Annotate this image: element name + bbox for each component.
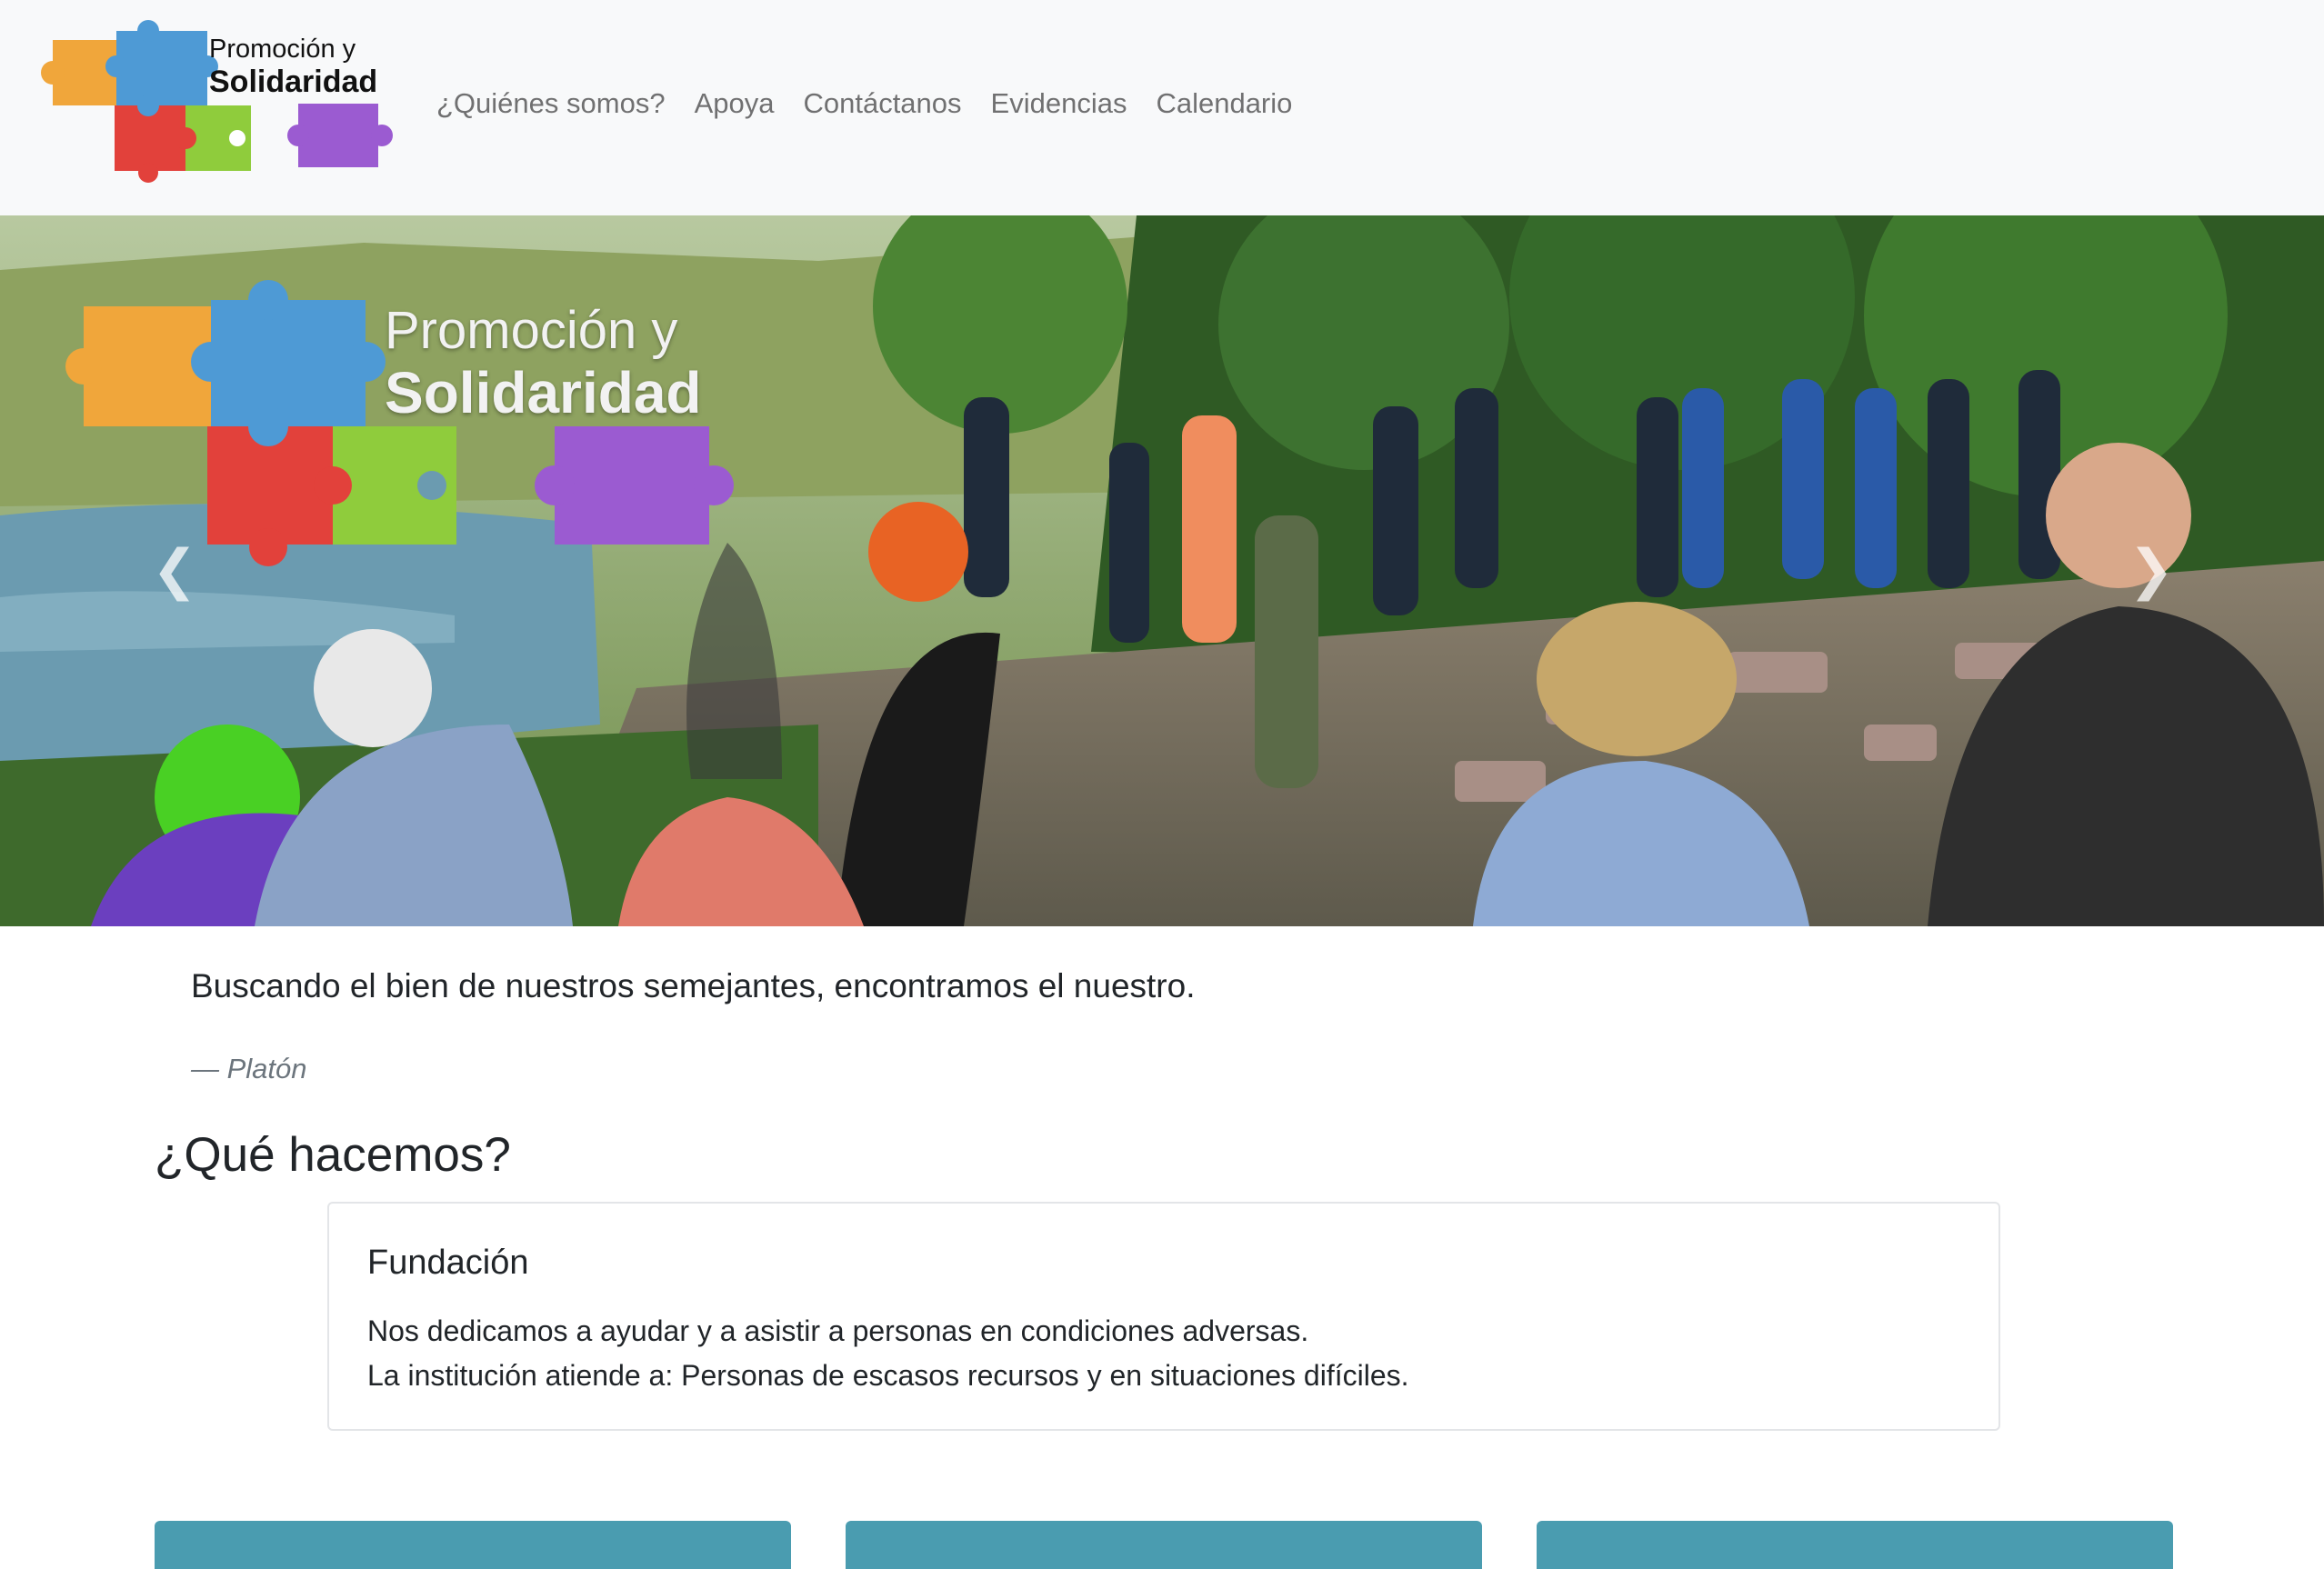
card-title: Fundación — [367, 1244, 529, 1282]
feature-tile-1[interactable] — [155, 1521, 791, 1569]
chevron-right-icon: ❯ — [2128, 539, 2175, 600]
quote-text: Buscando el bien de nuestros semejantes,… — [191, 967, 1196, 1004]
card-text-line1: Nos dedicamos a ayudar y a asistir a per… — [367, 1314, 1309, 1347]
carousel-prev-button[interactable]: ❮ — [138, 525, 211, 615]
quote-block: Buscando el bien de nuestros semejantes,… — [191, 967, 2100, 1084]
hero-logo-line1: Promoción y — [385, 301, 678, 360]
chevron-left-icon: ❮ — [151, 539, 198, 600]
card-body: Nos dedicamos a ayudar y a asistir a per… — [367, 1309, 1409, 1398]
brand-logo-link[interactable]: Promoción y Solidaridad — [25, 16, 398, 195]
nav-item-evidencias[interactable]: Evidencias — [991, 87, 1127, 120]
nav-links: ¿Quiénes somos? Apoya Contáctanos Eviden… — [436, 87, 1292, 120]
brand-text: Promoción y Solidaridad — [209, 35, 377, 100]
hero-carousel: Promoción y Solidaridad ❮ ❯ — [0, 215, 2324, 926]
brand-line2: Solidaridad — [209, 65, 378, 100]
nav-item-calendario[interactable]: Calendario — [1156, 87, 1292, 120]
brand-line1: Promoción y — [209, 35, 356, 64]
carousel-next-button[interactable]: ❯ — [2115, 525, 2188, 615]
nav-item-contactanos[interactable]: Contáctanos — [803, 87, 961, 120]
hero-logo-text: Promoción y Solidaridad — [385, 301, 702, 426]
hero-logo-line2: Solidaridad — [385, 359, 702, 425]
feature-tile-2[interactable] — [846, 1521, 1482, 1569]
section-title: ¿Qué hacemos? — [155, 1128, 511, 1182]
nav-item-apoya[interactable]: Apoya — [695, 87, 775, 120]
feature-tile-3[interactable] — [1537, 1521, 2173, 1569]
nav-item-quienes-somos[interactable]: ¿Quiénes somos? — [436, 87, 666, 120]
foundation-card: Fundación Nos dedicamos a ayudar y a asi… — [327, 1202, 2000, 1431]
quote-author: — Platón — [191, 1053, 307, 1084]
navbar: Promoción y Solidaridad ¿Quiénes somos? … — [0, 0, 2324, 215]
card-text-line2: La institución atiende a: Personas de es… — [367, 1359, 1409, 1392]
